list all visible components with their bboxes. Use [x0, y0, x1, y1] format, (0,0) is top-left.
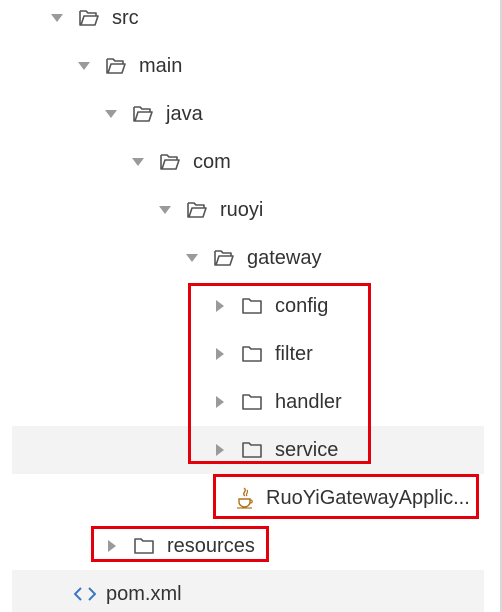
chevron-right-icon[interactable] [213, 347, 227, 361]
tree-item-resources[interactable]: resources [0, 522, 484, 570]
folder-open-icon [105, 55, 127, 77]
folder-icon [241, 295, 263, 317]
folder-icon [133, 535, 155, 557]
folder-open-icon [159, 151, 181, 173]
tree-item-label: config [275, 294, 329, 317]
tree-item-config[interactable]: config [0, 282, 484, 330]
folder-open-icon [213, 247, 235, 269]
tree-item-label: ruoyi [220, 198, 264, 221]
chevron-down-icon[interactable] [131, 155, 145, 169]
tree-item-label: com [193, 150, 231, 173]
folder-open-icon [186, 199, 208, 221]
tree-item-label: service [275, 438, 339, 461]
chevron-down-icon[interactable] [158, 203, 172, 217]
tree-item-main[interactable]: main [0, 42, 484, 90]
file-tree: src main java com ruoyi gateway config f… [0, 0, 502, 612]
tree-item-label: resources [167, 534, 255, 557]
tree-item-service[interactable]: service [12, 426, 484, 474]
tree-item-label: java [166, 102, 203, 125]
folder-icon [241, 343, 263, 365]
tree-item-pom-xml[interactable]: pom.xml [12, 570, 484, 612]
tree-item-label: filter [275, 342, 313, 365]
java-file-icon [234, 487, 256, 509]
tree-item-src[interactable]: src [0, 0, 484, 42]
xml-code-icon [74, 583, 96, 605]
tree-item-label: RuoYiGatewayApplic... [266, 486, 470, 509]
chevron-down-icon[interactable] [77, 59, 91, 73]
tree-item-ruoyi[interactable]: ruoyi [0, 186, 484, 234]
tree-item-java[interactable]: java [0, 90, 484, 138]
chevron-down-icon[interactable] [104, 107, 118, 121]
tree-item-label: handler [275, 390, 342, 413]
tree-item-label: src [112, 6, 139, 29]
folder-icon [241, 439, 263, 461]
folder-open-icon [132, 103, 154, 125]
folder-icon [241, 391, 263, 413]
tree-item-gateway-application[interactable]: RuoYiGatewayApplic... [0, 474, 484, 522]
chevron-right-icon[interactable] [213, 299, 227, 313]
chevron-down-icon[interactable] [185, 251, 199, 265]
chevron-right-icon[interactable] [105, 539, 119, 553]
tree-item-gateway[interactable]: gateway [0, 234, 484, 282]
chevron-down-icon[interactable] [50, 11, 64, 25]
tree-item-label: main [139, 54, 183, 77]
tree-item-com[interactable]: com [0, 138, 484, 186]
tree-item-label: gateway [247, 246, 322, 269]
chevron-right-icon[interactable] [213, 443, 227, 457]
tree-item-filter[interactable]: filter [0, 330, 484, 378]
chevron-right-icon[interactable] [213, 395, 227, 409]
tree-item-handler[interactable]: handler [0, 378, 484, 426]
folder-open-icon [78, 7, 100, 29]
tree-item-label: pom.xml [106, 582, 182, 605]
